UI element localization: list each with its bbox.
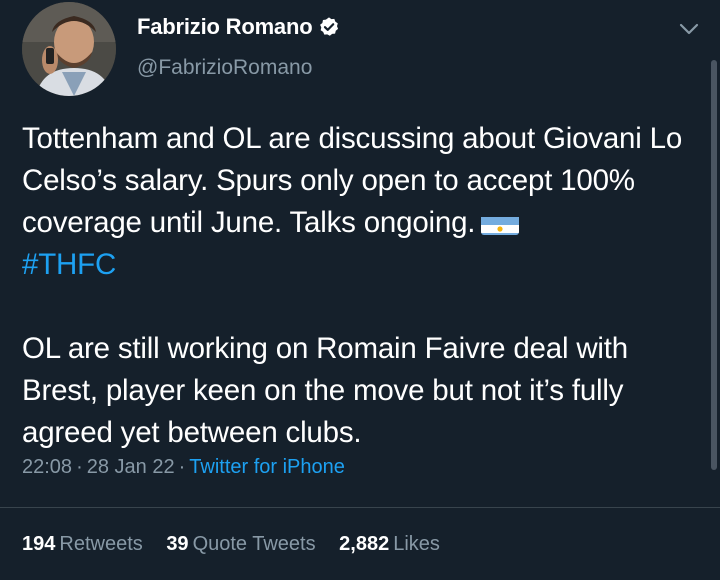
likes-count: 2,882 bbox=[339, 533, 390, 555]
meta-separator: · bbox=[76, 456, 83, 478]
author-name-row[interactable]: Fabrizio Romano bbox=[137, 14, 340, 40]
author-handle[interactable]: @FabrizioRomano bbox=[137, 56, 312, 80]
divider bbox=[0, 507, 720, 508]
likes-label: Likes bbox=[393, 533, 440, 555]
tweet-paragraph-1: Tottenham and OL are discussing about Gi… bbox=[22, 118, 702, 286]
chevron-down-icon[interactable] bbox=[676, 16, 702, 42]
tweet-time[interactable]: 22:08 bbox=[22, 456, 72, 478]
author-display-name[interactable]: Fabrizio Romano bbox=[137, 14, 313, 40]
meta-separator: · bbox=[178, 456, 186, 478]
quote-tweets-count: 39 bbox=[166, 533, 189, 555]
hashtag-link[interactable]: #THFC bbox=[22, 248, 116, 281]
tweet-stats: 194 Retweets 39 Quote Tweets 2,882 Likes bbox=[22, 533, 458, 556]
likes-stat[interactable]: 2,882 Likes bbox=[339, 533, 440, 555]
tweet-paragraph-1-text: Tottenham and OL are discussing about Gi… bbox=[22, 122, 683, 239]
scrollbar[interactable] bbox=[711, 60, 717, 470]
tweet-date[interactable]: 28 Jan 22 bbox=[87, 456, 175, 478]
retweets-count: 194 bbox=[22, 533, 56, 555]
retweets-label: Retweets bbox=[59, 533, 143, 555]
avatar[interactable] bbox=[22, 2, 116, 96]
quote-tweets-label: Quote Tweets bbox=[192, 533, 316, 555]
quote-tweets-stat[interactable]: 39 Quote Tweets bbox=[166, 533, 315, 555]
retweets-stat[interactable]: 194 Retweets bbox=[22, 533, 143, 555]
verified-badge-icon bbox=[318, 16, 340, 38]
argentina-flag-icon bbox=[481, 211, 520, 235]
tweet-source-link[interactable]: Twitter for iPhone bbox=[189, 456, 345, 478]
tweet-body: Tottenham and OL are discussing about Gi… bbox=[22, 118, 702, 454]
tweet-meta: 22:08 · 28 Jan 22 · Twitter for iPhone bbox=[22, 456, 345, 479]
tweet-paragraph-2: OL are still working on Romain Faivre de… bbox=[22, 332, 628, 449]
